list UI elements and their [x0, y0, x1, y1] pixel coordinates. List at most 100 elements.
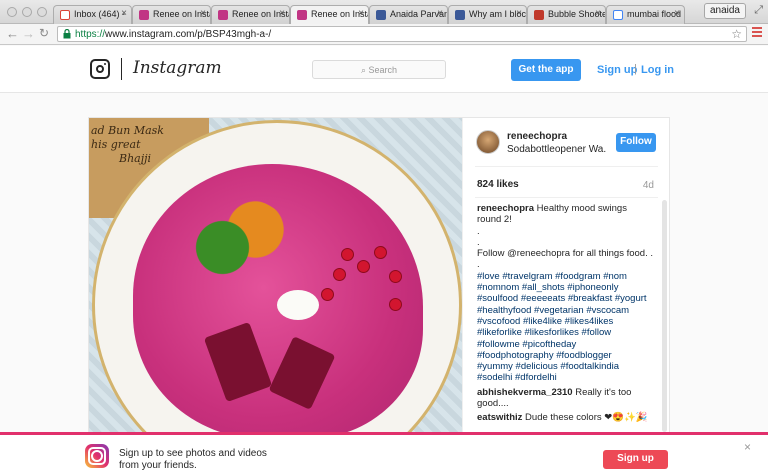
get-the-app-button[interactable]: Get the app [511, 59, 581, 81]
pomegranate-seed [333, 268, 346, 281]
close-tab-icon[interactable]: × [200, 8, 206, 19]
close-tab-icon[interactable]: × [279, 8, 285, 19]
likes-count[interactable]: 824 likes [477, 179, 519, 190]
bookmark-star-icon[interactable]: ☆ [731, 27, 742, 41]
pomegranate-seed [389, 298, 402, 311]
facebook-icon [376, 10, 386, 20]
banner-line: Sign up to see photos and videos [119, 448, 267, 459]
yogurt-dollop-shape [277, 290, 319, 320]
forward-arrow-icon[interactable]: → [22, 26, 35, 41]
close-tab-icon[interactable]: × [121, 8, 127, 19]
browser-tab-google[interactable]: mumbai flood × [606, 5, 685, 24]
sign-up-link[interactable]: Sign up [597, 64, 637, 76]
close-tab-icon[interactable]: × [674, 8, 680, 19]
search-input[interactable]: ⌕ Search [312, 60, 446, 79]
search-placeholder: Search [368, 65, 398, 75]
avatar[interactable] [476, 130, 500, 154]
follow-button[interactable]: Follow [616, 133, 656, 152]
minimize-window-button[interactable] [22, 7, 32, 17]
tab-title: Inbox (464) - [74, 9, 126, 19]
comment-username[interactable]: eatswithiz [477, 412, 522, 423]
browser-tab-bubble-shooter[interactable]: Bubble Shoote × [527, 5, 606, 24]
browser-tab-instagram[interactable]: Renee on Insta × [132, 5, 211, 24]
pomegranate-seed [321, 288, 334, 301]
instagram-wordmark[interactable]: Instagram [133, 58, 222, 78]
caption-line: Healthy mood swings [536, 203, 627, 214]
post-photo[interactable]: ad Bun Mask his great Bhajji [89, 118, 462, 436]
game-icon [534, 10, 544, 20]
reload-icon[interactable]: ↻ [39, 26, 49, 40]
post-age[interactable]: 4d [643, 180, 654, 191]
caption-hashtags[interactable]: #followme #picoftheday [477, 339, 655, 350]
post-username[interactable]: reneechopra [507, 131, 567, 142]
caption-hashtags[interactable]: #vscofood #like4like #likes4likes [477, 316, 655, 327]
header-divider [121, 58, 122, 80]
url-text: https://www.instagram.com/p/BSP43mgh-a-/ [75, 29, 271, 40]
browser-tab-facebook[interactable]: Anaida Parvan × [369, 5, 448, 24]
caption-username[interactable]: reneechopra [477, 203, 534, 214]
caption-hashtags[interactable]: #love #travelgram #foodgram #nom [477, 271, 655, 282]
pomegranate-seed [389, 270, 402, 283]
caption-hashtags[interactable]: #healthyfood #vegetarian #vscocam [477, 305, 655, 316]
zoom-window-button[interactable] [37, 7, 47, 17]
browser-toolbar: ← → ↻ https://www.instagram.com/p/BSP43m… [0, 24, 768, 45]
browser-tab-instagram-active[interactable]: Renee on Insta × [290, 5, 369, 24]
lock-icon [63, 29, 71, 39]
address-bar[interactable]: https://www.instagram.com/p/BSP43mgh-a-/… [57, 26, 747, 42]
banner-sign-up-button[interactable]: Sign up [603, 450, 668, 469]
tea-towel-text: ad Bun Mask his great Bhajji [91, 124, 164, 166]
browser-tab-gmail[interactable]: Inbox (464) - × [53, 5, 132, 24]
log-in-link[interactable]: Log in [641, 64, 674, 76]
close-tab-icon[interactable]: × [358, 8, 364, 19]
post-location[interactable]: Sodabottleopener Wa... [507, 144, 607, 155]
caption-line: Follow @reneechopra for all things food.… [477, 248, 653, 260]
pomegranate-seed [374, 246, 387, 259]
comments-list: reneechopra Healthy mood swings round 2!… [477, 203, 655, 436]
comment: eatswithiz Dude these colors ❤😍✨🎉 [477, 412, 655, 423]
fullscreen-icon[interactable]: ⤢ [754, 4, 763, 17]
caption-hashtags[interactable]: #foodphotography #foodblogger [477, 350, 655, 361]
browser-tab-instagram[interactable]: Renee on Insta × [211, 5, 290, 24]
herb-garnish-shape [184, 198, 294, 288]
close-tab-icon[interactable]: × [516, 8, 522, 19]
close-window-button[interactable] [7, 7, 17, 17]
instagram-icon [139, 10, 149, 20]
comment: abhishekverma_2310 Really it's too good.… [477, 387, 655, 410]
tea-towel-line: ad Bun Mask [91, 124, 164, 137]
tab-title: mumbai flood [627, 9, 682, 19]
instagram-camera-icon[interactable] [90, 59, 110, 79]
caption-hashtags[interactable]: #yummy #delicious #foodtalkindia [477, 361, 655, 372]
browser-tab-facebook[interactable]: Why am I bloc × [448, 5, 527, 24]
caption-hashtags[interactable]: #nomnom #all_shots #iphoneonly [477, 282, 655, 293]
pomegranate-seed [341, 248, 354, 261]
caption-line: . [477, 259, 480, 271]
tea-towel-line: Bhajji [119, 152, 152, 165]
instagram-logo-icon [85, 444, 109, 468]
google-icon [613, 10, 623, 20]
close-tab-icon[interactable]: × [437, 8, 443, 19]
header-link-separator: | [634, 63, 637, 75]
browser-profile-button[interactable]: anaida [703, 3, 746, 19]
instagram-icon [297, 10, 307, 20]
url-path: www.instagram.com/p/BSP43mgh-a-/ [105, 29, 272, 40]
browser-tab-bar: Inbox (464) - × Renee on Insta × Renee o… [0, 0, 768, 24]
banner-message: Sign up to see photos and videos from yo… [119, 448, 289, 472]
instagram-header: Instagram ⌕ Search Get the app Sign up |… [0, 46, 768, 93]
close-tab-icon[interactable]: × [595, 8, 601, 19]
caption-hashtags[interactable]: #soulfood #eeeeeats #breakfast #yogurt [477, 293, 655, 304]
comment-text: Dude these colors ❤😍✨🎉 [525, 412, 648, 424]
post-sidebar: reneechopra Sodabottleopener Wa... Follo… [462, 118, 669, 436]
close-icon[interactable]: × [744, 440, 751, 454]
back-arrow-icon[interactable]: ← [6, 26, 19, 41]
browser-menu-icon[interactable] [752, 27, 762, 39]
caption-hashtags[interactable]: #likeforlike #likesforlikes #follow [477, 327, 655, 338]
caption-hashtags[interactable]: #sodelhi #dfordelhi [477, 372, 655, 383]
post-card: ad Bun Mask his great Bhajji reneechopra… [88, 117, 670, 437]
divider [475, 166, 658, 167]
facebook-icon [455, 10, 465, 20]
signup-banner: Sign up to see photos and videos from yo… [0, 432, 768, 473]
comments-scrollbar[interactable] [662, 200, 667, 432]
comment-username[interactable]: abhishekverma_2310 [477, 387, 573, 398]
caption-line: . [477, 236, 480, 248]
banner-line: from your friends. [119, 460, 197, 471]
